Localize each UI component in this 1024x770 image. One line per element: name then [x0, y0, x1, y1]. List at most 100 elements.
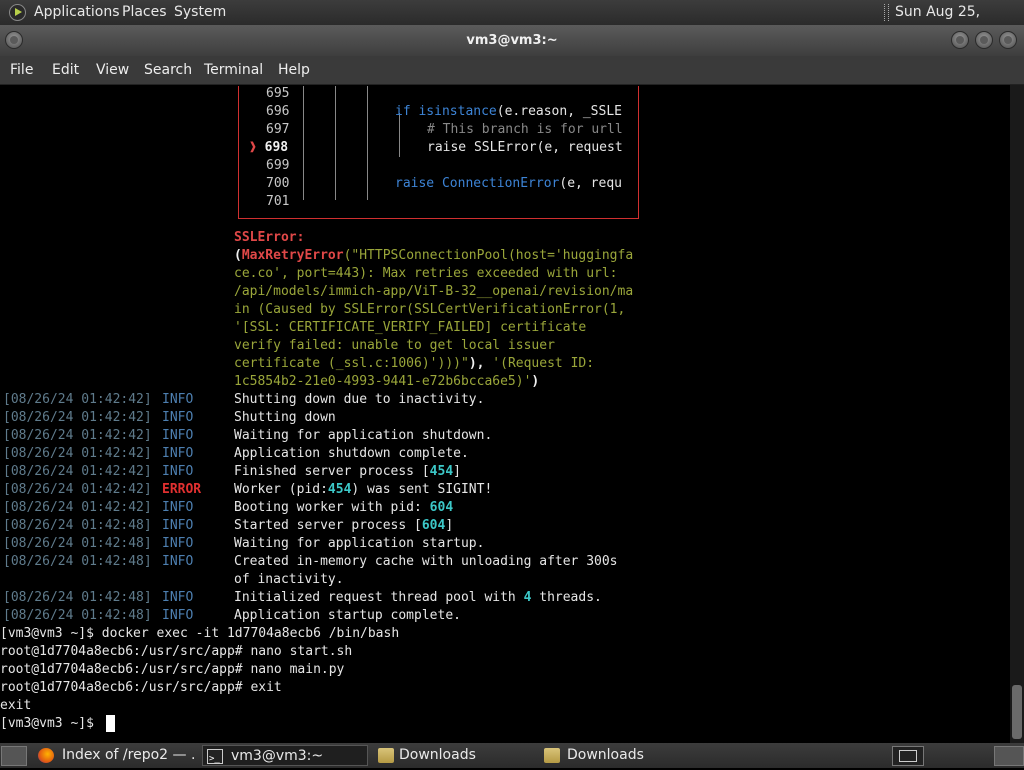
shell-line: exit [0, 698, 32, 713]
menu-edit[interactable]: Edit [52, 56, 79, 84]
code-line-text: if isinstance(e.reason, _SSLE [395, 104, 622, 119]
terminal-content[interactable]: 695 696 if isinstance(e.reason, _SSLE 69… [0, 85, 1010, 743]
log-level: INFO [162, 500, 194, 515]
workspace-2[interactable] [994, 746, 1024, 766]
task-label: Downloads [567, 747, 644, 763]
log-message: Initialized request thread pool with 4 t… [234, 589, 602, 607]
log-timestamp: [08/26/24 01:42:42] [3, 482, 152, 497]
log-message-tail: threads. [531, 590, 602, 605]
log-number: 604 [429, 500, 454, 515]
code-line-text: raise SSLError(e, request [427, 140, 623, 155]
log-message-text: Shutting down due to inactivity. [234, 392, 485, 407]
log-message-text: Finished server process [ [234, 464, 430, 479]
log-message: Booting worker with pid: 604 [234, 499, 453, 517]
places-menu[interactable]: Places [122, 0, 167, 25]
log-level: INFO [162, 392, 194, 407]
log-number: 604 [421, 518, 446, 533]
log-timestamp: [08/26/24 01:42:42] [3, 464, 152, 479]
log-message: of inactivity. [234, 571, 344, 589]
terminal-scrollbar[interactable] [1010, 85, 1024, 743]
close-button[interactable] [999, 31, 1017, 49]
shell-prompt[interactable]: [vm3@vm3 ~]$ [0, 715, 102, 733]
system-menu[interactable]: System [174, 0, 226, 25]
log-message-text: Created in-memory cache with unloading a… [234, 554, 618, 569]
workspace-switcher[interactable] [892, 746, 924, 766]
log-message-text: Waiting for application startup. [234, 536, 485, 551]
maximize-button[interactable] [975, 31, 993, 49]
menu-search[interactable]: Search [144, 56, 192, 84]
log-number: 454 [327, 482, 352, 497]
task-downloads-1[interactable]: Downloads [374, 745, 534, 766]
clock[interactable]: Sun Aug 25, 10:05 PM [895, 0, 1024, 45]
menubar: File Edit View Search Terminal Help [0, 56, 1024, 85]
bottom-taskbar: Index of /repo2 — ... vm3@vm3:~ Download… [0, 743, 1024, 770]
log-timestamp: [08/26/24 01:42:42] [3, 500, 152, 515]
log-message-tail: ] [445, 518, 454, 533]
log-level: INFO [162, 518, 194, 533]
folder-icon [544, 748, 560, 763]
task-downloads-2[interactable]: Downloads [542, 745, 702, 766]
task-label: Index of /repo2 — ... [62, 747, 196, 763]
shell-line: root@1d7704a8ecb6:/usr/src/app# nano mai… [0, 662, 345, 677]
log-message-tail: ) was sent SIGINT! [351, 482, 493, 497]
folder-icon [378, 748, 394, 763]
log-message-tail: ] [453, 464, 461, 479]
menu-view[interactable]: View [96, 56, 129, 84]
error-name: SSLError: [234, 230, 305, 245]
error-line: ce.co', port=443): Max retries exceeded … [234, 266, 618, 281]
scrollbar-thumb[interactable] [1012, 685, 1022, 739]
log-timestamp: [08/26/24 01:42:48] [3, 590, 152, 605]
log-level: INFO [162, 464, 194, 479]
shell-line: root@1d7704a8ecb6:/usr/src/app# nano sta… [0, 644, 353, 659]
log-message-text: Started server process [ [234, 518, 422, 533]
window-title: vm3@vm3:~ [466, 33, 558, 48]
log-level: INFO [162, 536, 194, 551]
firefox-icon [38, 748, 54, 763]
menu-help[interactable]: Help [278, 56, 310, 84]
window-titlebar[interactable]: vm3@vm3:~ [0, 25, 1024, 56]
code-line: 695 [266, 86, 290, 101]
log-message-text: Application startup complete. [234, 608, 461, 623]
error-line: /api/models/immich-app/ViT-B-32__openai/… [234, 284, 634, 299]
shell-line: [vm3@vm3 ~]$ docker exec -it 1d7704a8ecb… [0, 626, 400, 641]
applications-menu[interactable]: Applications [34, 0, 120, 25]
code-line: 701 [266, 194, 290, 209]
menu-terminal[interactable]: Terminal [204, 56, 263, 84]
show-desktop-left[interactable] [1, 746, 27, 766]
task-firefox[interactable]: Index of /repo2 — ... [34, 745, 196, 766]
code-line: 700 [266, 176, 290, 191]
log-timestamp: [08/26/24 01:42:42] [3, 446, 152, 461]
terminal-icon [207, 749, 223, 770]
code-line: ❱ 698 [249, 140, 289, 155]
log-message: Shutting down [234, 409, 336, 427]
error-marker-icon: ❱ [249, 140, 257, 155]
error-line: '[SSL: CERTIFICATE_VERIFY_FAILED] certif… [234, 320, 587, 335]
log-message: Shutting down due to inactivity. [234, 391, 484, 409]
code-line: 697 [266, 122, 290, 137]
error-line: certificate (_ssl.c:1006)')))"), '(Reque… [234, 356, 595, 371]
log-timestamp: [08/26/24 01:42:42] [3, 410, 152, 425]
code-line-text: # This branch is for urll [427, 122, 623, 137]
log-message-text: Initialized request thread pool with [234, 590, 524, 605]
log-message: Started server process [604] [234, 517, 453, 535]
top-panel: Applications Places System Sun Aug 25, 1… [0, 0, 1024, 45]
error-line: in (Caused by SSLError(SSLCertVerificati… [234, 302, 626, 317]
log-timestamp: [08/26/24 01:42:48] [3, 554, 152, 569]
indent-guide [335, 86, 336, 200]
log-message: Application shutdown complete. [234, 445, 469, 463]
task-terminal[interactable]: vm3@vm3:~ [202, 745, 368, 770]
error-line: (MaxRetryError("HTTPSConnectionPool(host… [234, 248, 634, 263]
log-level: INFO [162, 590, 194, 605]
log-message-text: Shutting down [234, 410, 336, 425]
log-timestamp: [08/26/24 01:42:48] [3, 536, 152, 551]
code-line-text: raise ConnectionError(e, requ [395, 176, 622, 191]
log-level: ERROR [162, 482, 202, 497]
panel-separator [884, 4, 889, 21]
log-message-text: Worker (pid: [234, 482, 328, 497]
code-line: 699 [266, 158, 290, 173]
log-level: INFO [162, 554, 194, 569]
log-message: Application startup complete. [234, 607, 461, 625]
minimize-button[interactable] [951, 31, 969, 49]
menu-file[interactable]: File [10, 56, 33, 84]
distro-logo-icon[interactable] [9, 4, 26, 21]
